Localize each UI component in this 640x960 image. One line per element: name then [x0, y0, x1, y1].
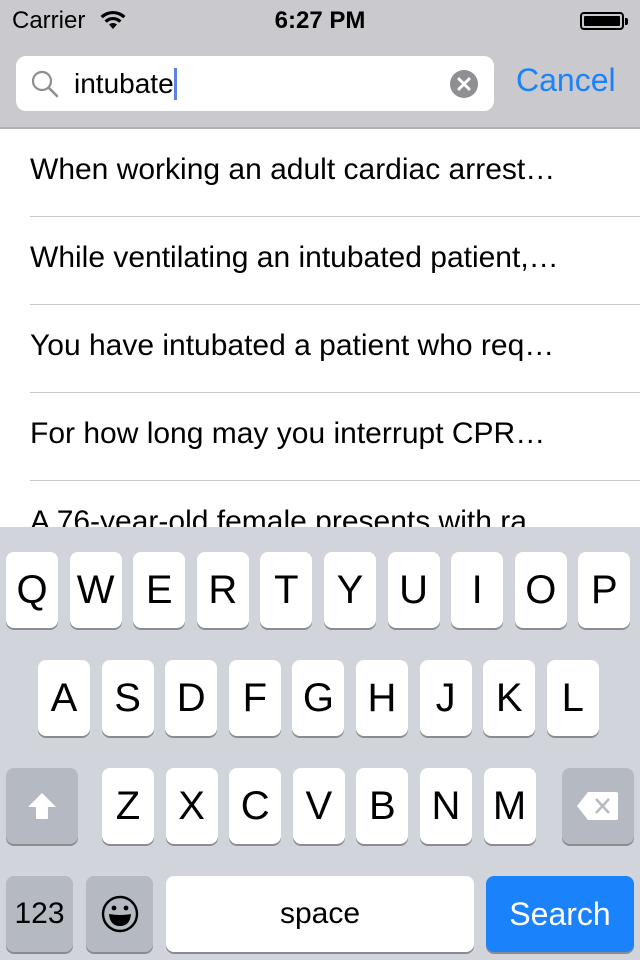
delete-icon: [577, 792, 618, 820]
status-bar: Carrier 6:27 PM: [0, 0, 640, 40]
clock: 6:27 PM: [274, 7, 366, 34]
result-row[interactable]: When working an adult cardiac arrest…: [0, 129, 640, 217]
cancel-button[interactable]: Cancel: [516, 62, 616, 99]
key-t[interactable]: T: [260, 552, 313, 628]
emoji-key[interactable]: [86, 876, 153, 952]
key-m[interactable]: M: [483, 768, 536, 844]
key-l[interactable]: L: [546, 660, 599, 736]
search-field[interactable]: intubate: [16, 56, 494, 111]
result-label: For how long may you interrupt CPR…: [30, 417, 546, 450]
key-e[interactable]: E: [133, 552, 186, 628]
key-x[interactable]: X: [165, 768, 218, 844]
key-c[interactable]: C: [229, 768, 282, 844]
delete-key[interactable]: [562, 768, 634, 844]
key-s[interactable]: S: [101, 660, 154, 736]
space-key[interactable]: space: [166, 876, 474, 952]
search-input[interactable]: intubate: [74, 68, 177, 100]
emoji-icon: [101, 895, 138, 933]
key-o[interactable]: O: [514, 552, 567, 628]
result-label: When working an adult cardiac arrest…: [30, 153, 556, 186]
shift-icon: [28, 793, 56, 819]
key-u[interactable]: U: [387, 552, 440, 628]
key-v[interactable]: V: [292, 768, 345, 844]
search-icon: [31, 70, 59, 98]
key-q[interactable]: Q: [6, 552, 58, 628]
search-results-list: When working an adult cardiac arrest… Wh…: [0, 129, 640, 529]
key-b[interactable]: B: [356, 768, 409, 844]
result-row[interactable]: For how long may you interrupt CPR…: [0, 393, 640, 481]
key-y[interactable]: Y: [324, 552, 376, 628]
result-row[interactable]: You have intubated a patient who req…: [0, 305, 640, 393]
clear-circle-icon: [457, 77, 471, 91]
key-k[interactable]: K: [483, 660, 536, 736]
key-i[interactable]: I: [451, 552, 504, 628]
search-header: Carrier 6:27 PM intubate Cancel: [0, 0, 640, 129]
result-row[interactable]: A 76-year-old female presents with ra…: [0, 481, 640, 529]
keyboard: QWERTYUIOP ASDFGHJKL ZXCVBNM 123 space S…: [0, 527, 640, 960]
result-label: A 76-year-old female presents with ra…: [30, 505, 557, 529]
key-r[interactable]: R: [196, 552, 249, 628]
key-w[interactable]: W: [69, 552, 122, 628]
battery-icon: [580, 12, 628, 30]
key-g[interactable]: G: [292, 660, 345, 736]
numbers-key[interactable]: 123: [6, 876, 73, 952]
search-key[interactable]: Search: [486, 876, 634, 952]
result-row[interactable]: While ventilating an intubated patient,…: [0, 217, 640, 305]
text-caret: [173, 68, 177, 100]
search-query: intubate: [74, 68, 174, 99]
shift-key[interactable]: [6, 768, 78, 844]
result-label: You have intubated a patient who req…: [30, 329, 555, 362]
key-z[interactable]: Z: [102, 768, 154, 844]
key-h[interactable]: H: [356, 660, 408, 736]
key-p[interactable]: P: [578, 552, 631, 628]
clear-button[interactable]: [450, 70, 478, 98]
key-d[interactable]: D: [165, 660, 218, 736]
result-label: While ventilating an intubated patient,…: [30, 241, 559, 274]
key-a[interactable]: A: [38, 660, 90, 736]
key-n[interactable]: N: [420, 768, 472, 844]
key-f[interactable]: F: [228, 660, 281, 736]
key-j[interactable]: J: [419, 660, 472, 736]
